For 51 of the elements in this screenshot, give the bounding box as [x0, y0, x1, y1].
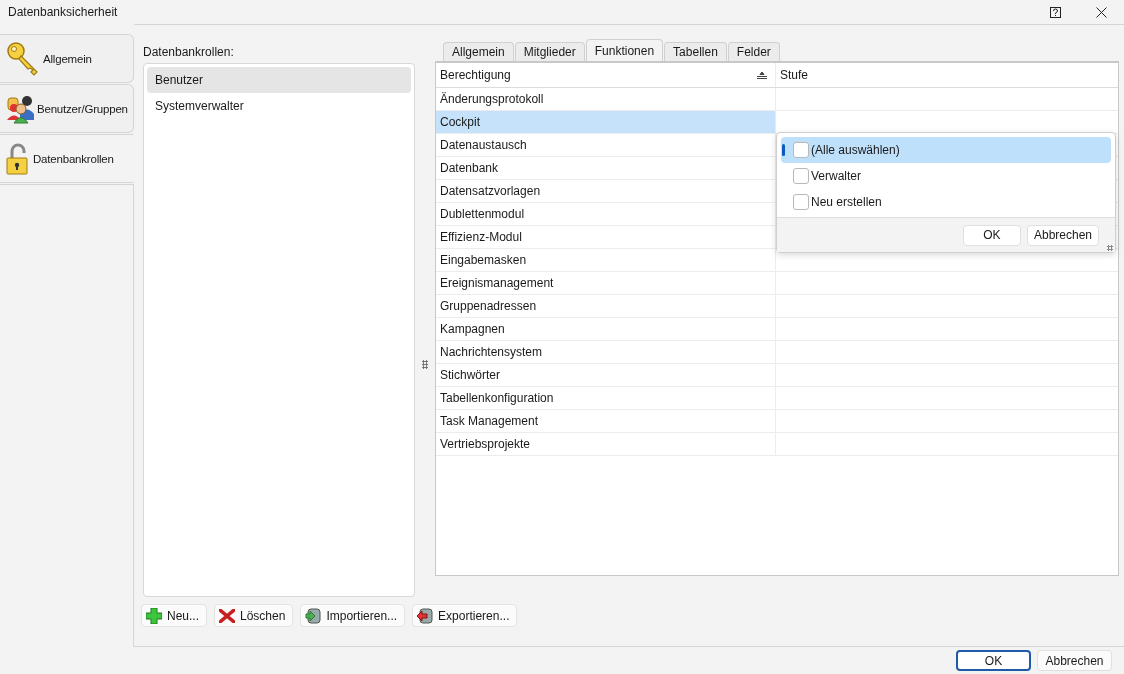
popup-button[interactable]: Abbrechen: [1026, 224, 1099, 246]
checkbox[interactable]: [793, 194, 809, 210]
lock-icon: [6, 142, 30, 175]
tab[interactable]: Tabellen: [664, 42, 727, 61]
role-item[interactable]: Systemverwalter: [147, 93, 411, 119]
tab[interactable]: Mitglieder: [514, 42, 585, 61]
table-cell[interactable]: Stichwörter: [436, 364, 776, 386]
tab[interactable]: Allgemein: [443, 42, 514, 61]
table-cell[interactable]: Gruppenadressen: [436, 295, 776, 317]
filter-option[interactable]: Neu erstellen: [781, 189, 1111, 215]
key-icon: [6, 40, 40, 77]
table-cell[interactable]: Nachrichtensystem: [436, 341, 776, 363]
tab[interactable]: Felder: [727, 42, 780, 61]
help-icon[interactable]: [1049, 6, 1061, 18]
checkbox[interactable]: [793, 168, 809, 184]
add-button[interactable]: Neu...: [141, 604, 207, 627]
delete-icon: [219, 608, 235, 623]
column-header[interactable]: Stufe: [780, 68, 809, 82]
sort-icon[interactable]: [757, 71, 767, 79]
table-cell[interactable]: Kampagnen: [436, 318, 776, 340]
export-button[interactable]: Exportieren...: [412, 604, 518, 627]
table-cell[interactable]: Ereignismanagement: [436, 272, 776, 294]
table-cell[interactable]: Änderungsprotokoll: [436, 88, 776, 110]
delete-button[interactable]: Löschen: [214, 604, 294, 627]
window-title: Datenbanksicherheit: [8, 5, 119, 19]
users-icon: [6, 93, 34, 124]
nav-tab[interactable]: Datenbankrollen: [0, 134, 134, 183]
import-icon: [305, 607, 322, 624]
checkbox[interactable]: [793, 142, 809, 158]
role-item[interactable]: Benutzer: [147, 67, 411, 93]
export-icon: [417, 607, 434, 624]
table-cell[interactable]: Vertriebsprojekte: [436, 433, 776, 455]
table-cell[interactable]: Tabellenkonfiguration: [436, 387, 776, 409]
table-cell[interactable]: Task Management: [436, 410, 776, 432]
filter-option[interactable]: Verwalter: [781, 163, 1111, 189]
table-cell[interactable]: Eingabemasken: [436, 249, 776, 271]
nav-tab[interactable]: Allgemein: [0, 34, 134, 83]
column-header[interactable]: Berechtigung: [440, 68, 511, 82]
close-icon[interactable]: [1095, 6, 1107, 18]
add-icon: [146, 607, 162, 624]
filter-option[interactable]: (Alle auswählen): [781, 137, 1111, 163]
import-button[interactable]: Importieren...: [300, 604, 406, 627]
tab[interactable]: Funktionen: [585, 39, 664, 61]
dialog-button[interactable]: OK: [956, 650, 1031, 671]
table-cell[interactable]: Cockpit: [436, 111, 776, 133]
nav-tab[interactable]: Benutzer/Gruppen: [0, 84, 134, 133]
list-label: Datenbankrollen:: [143, 44, 235, 61]
popup-button[interactable]: OK: [962, 224, 1021, 246]
dialog-button[interactable]: Abbrechen: [1037, 650, 1112, 671]
splitter-grip[interactable]: [422, 360, 428, 369]
resize-grip[interactable]: [1107, 245, 1113, 251]
